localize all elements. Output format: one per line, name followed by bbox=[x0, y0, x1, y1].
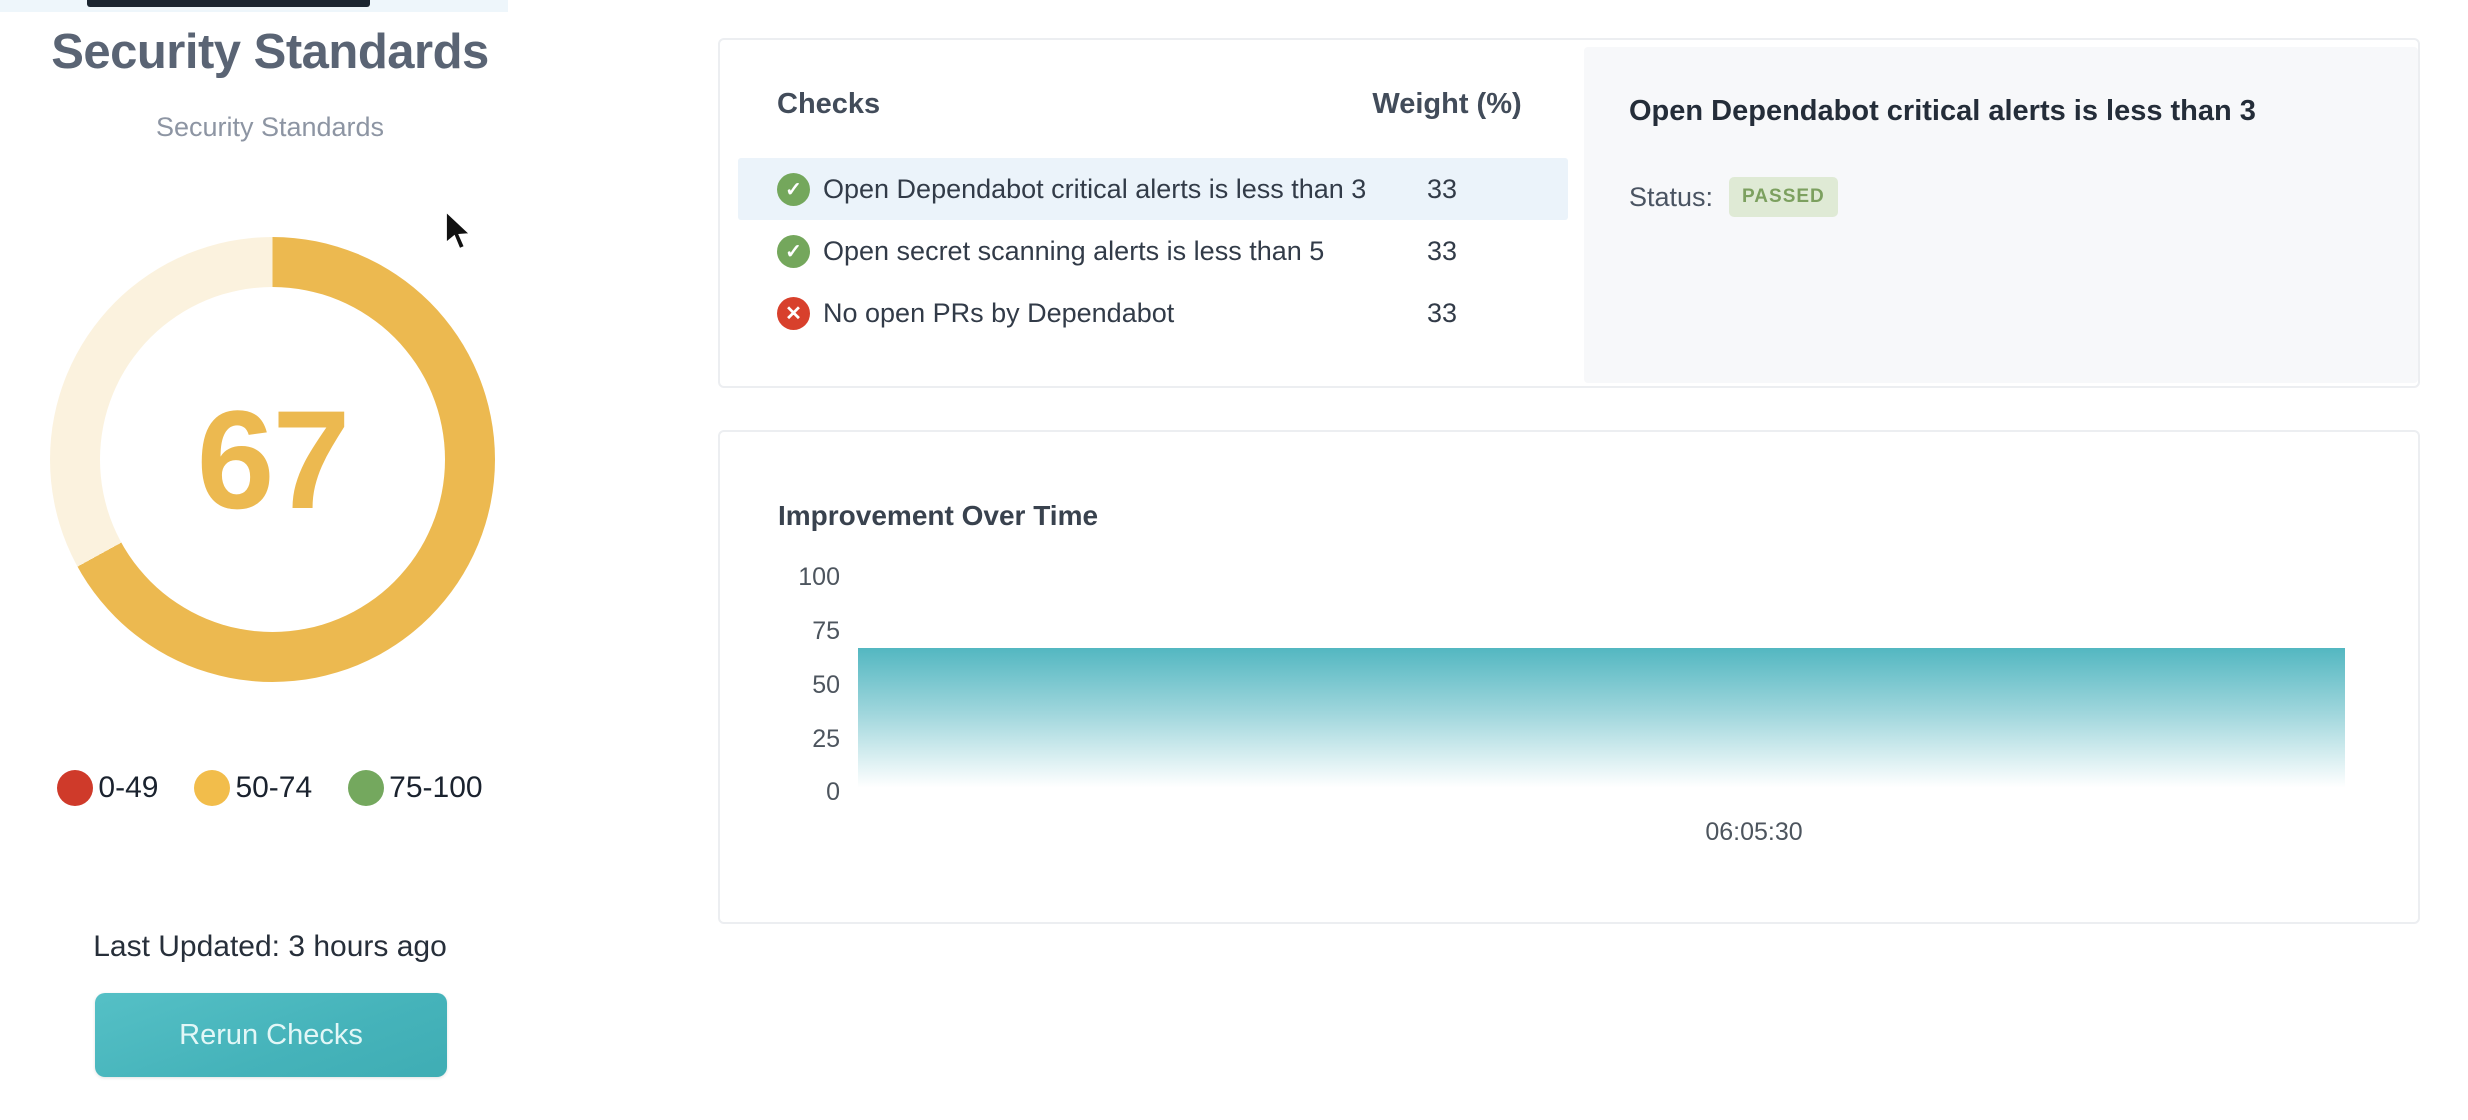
y-axis-tick-0: 0 bbox=[760, 777, 840, 807]
page-title: Security Standards bbox=[40, 24, 500, 80]
legend-item-mid: 50-74 bbox=[194, 770, 312, 806]
check-row-dependabot-critical[interactable]: ✓ Open Dependabot critical alerts is les… bbox=[738, 158, 1568, 220]
legend-label: 0-49 bbox=[98, 771, 158, 805]
page-subtitle: Security Standards bbox=[40, 112, 500, 143]
check-weight: 33 bbox=[1317, 236, 1567, 267]
mouse-cursor bbox=[443, 210, 473, 252]
legend-label: 50-74 bbox=[235, 771, 312, 805]
score-gauge: 67 bbox=[50, 237, 495, 682]
checks-column-header: Checks bbox=[777, 88, 880, 121]
check-row-open-prs[interactable]: ✕ No open PRs by Dependabot 33 bbox=[738, 282, 1568, 344]
status-badge: PASSED bbox=[1729, 177, 1838, 217]
improvement-area bbox=[858, 648, 2345, 792]
check-row-secret-scanning[interactable]: ✓ Open secret scanning alerts is less th… bbox=[738, 220, 1568, 282]
chart-title: Improvement Over Time bbox=[778, 500, 1098, 532]
check-passed-icon: ✓ bbox=[777, 235, 810, 268]
rerun-checks-button[interactable]: Rerun Checks bbox=[95, 993, 447, 1077]
check-failed-icon: ✕ bbox=[777, 297, 810, 330]
legend-label: 75-100 bbox=[389, 771, 482, 805]
y-axis-tick-75: 75 bbox=[760, 616, 840, 646]
legend-dot-green bbox=[348, 770, 384, 806]
check-detail-panel: Open Dependabot critical alerts is less … bbox=[1584, 47, 2418, 383]
check-detail-title: Open Dependabot critical alerts is less … bbox=[1629, 95, 2256, 128]
score-gauge-hole: 67 bbox=[100, 287, 445, 632]
y-axis-tick-25: 25 bbox=[760, 724, 840, 754]
checks-list: ✓ Open Dependabot critical alerts is les… bbox=[738, 158, 1568, 344]
weight-column-header: Weight (%) bbox=[1322, 88, 1572, 121]
legend-item-low: 0-49 bbox=[57, 770, 158, 806]
improvement-chart-card: Improvement Over Time 100 75 50 25 0 06:… bbox=[718, 430, 2420, 924]
checks-card: Checks Weight (%) ✓ Open Dependabot crit… bbox=[718, 38, 2420, 388]
y-axis-tick-50: 50 bbox=[760, 670, 840, 700]
x-axis-tick-time: 06:05:30 bbox=[1674, 818, 1834, 847]
check-passed-icon: ✓ bbox=[777, 173, 810, 206]
security-standards-dashboard: Security Standards Security Standards 67… bbox=[0, 0, 2468, 1120]
score-value: 67 bbox=[197, 379, 349, 541]
check-label: No open PRs by Dependabot bbox=[823, 298, 1174, 329]
check-weight: 33 bbox=[1317, 298, 1567, 329]
legend-dot-red bbox=[57, 770, 93, 806]
status-row: Status: PASSED bbox=[1629, 177, 1838, 217]
check-label: Open Dependabot critical alerts is less … bbox=[823, 174, 1366, 205]
score-legend: 0-49 50-74 75-100 bbox=[40, 770, 500, 806]
status-label: Status: bbox=[1629, 182, 1713, 213]
y-axis-tick-100: 100 bbox=[760, 562, 840, 592]
legend-item-high: 75-100 bbox=[348, 770, 482, 806]
score-panel: Security Standards Security Standards 67… bbox=[40, 0, 500, 1120]
check-label: Open secret scanning alerts is less than… bbox=[823, 236, 1324, 267]
legend-dot-amber bbox=[194, 770, 230, 806]
last-updated-text: Last Updated: 3 hours ago bbox=[40, 930, 500, 964]
check-weight: 33 bbox=[1317, 174, 1567, 205]
